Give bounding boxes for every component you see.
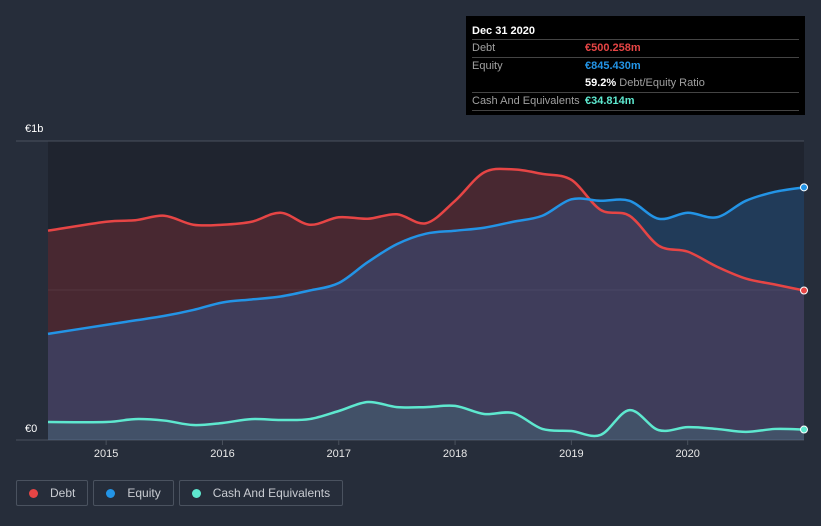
tooltip-ratio-suffix: Debt/Equity Ratio (619, 77, 705, 89)
x-tick-label: 2015 (94, 448, 118, 460)
tooltip: Dec 31 2020 Debt €500.258m Equity €845.4… (466, 16, 805, 115)
legend-item-equity[interactable]: Equity (93, 480, 174, 506)
x-tick-label: 2016 (210, 448, 234, 460)
cash-end-marker[interactable] (800, 425, 808, 434)
tooltip-value-ratio: 59.2% (585, 77, 617, 89)
x-tick-label: 2019 (559, 448, 583, 460)
debt-dot-icon (29, 488, 38, 498)
tooltip-row-ratio: 59.2% Debt/Equity Ratio (472, 75, 799, 93)
legend-label: Debt (50, 486, 76, 500)
equity-end-marker[interactable] (800, 183, 808, 192)
legend-item-debt[interactable]: Debt (16, 480, 89, 506)
debt-end-marker[interactable] (800, 286, 808, 295)
tooltip-label (472, 75, 585, 92)
tooltip-value-cash: €34.814m (585, 95, 635, 107)
y-tick-label-1b: €1b (25, 123, 44, 135)
chart-container: 2015 2016 2017 2018 2019 2020 €1b €0 Dec 31 2… (0, 0, 821, 526)
tooltip-label: Equity (472, 60, 503, 72)
legend-label: Equity (127, 486, 161, 500)
tooltip-row-equity: Equity €845.430m (472, 58, 799, 75)
tooltip-date: Dec 31 2020 (472, 16, 799, 40)
tooltip-value-equity: €845.430m (585, 60, 641, 72)
tooltip-label: Cash And Equivalents (472, 95, 580, 107)
x-tick-label: 2018 (443, 448, 467, 460)
x-tick-label: 2020 (675, 448, 699, 460)
equity-dot-icon (106, 488, 116, 498)
legend: Debt Equity Cash And Equivalents (16, 480, 344, 506)
legend-item-cash[interactable]: Cash And Equivalents (178, 480, 344, 506)
legend-label: Cash And Equivalents (212, 486, 331, 500)
tooltip-row-cash: Cash And Equivalents €34.814m (472, 93, 799, 111)
tooltip-row-debt: Debt €500.258m (472, 40, 799, 58)
cash-dot-icon (191, 488, 201, 498)
x-tick-label: 2017 (327, 448, 351, 460)
y-tick-label-0: €0 (25, 423, 38, 435)
tooltip-value-debt: €500.258m (585, 42, 641, 54)
tooltip-label: Debt (472, 42, 496, 54)
